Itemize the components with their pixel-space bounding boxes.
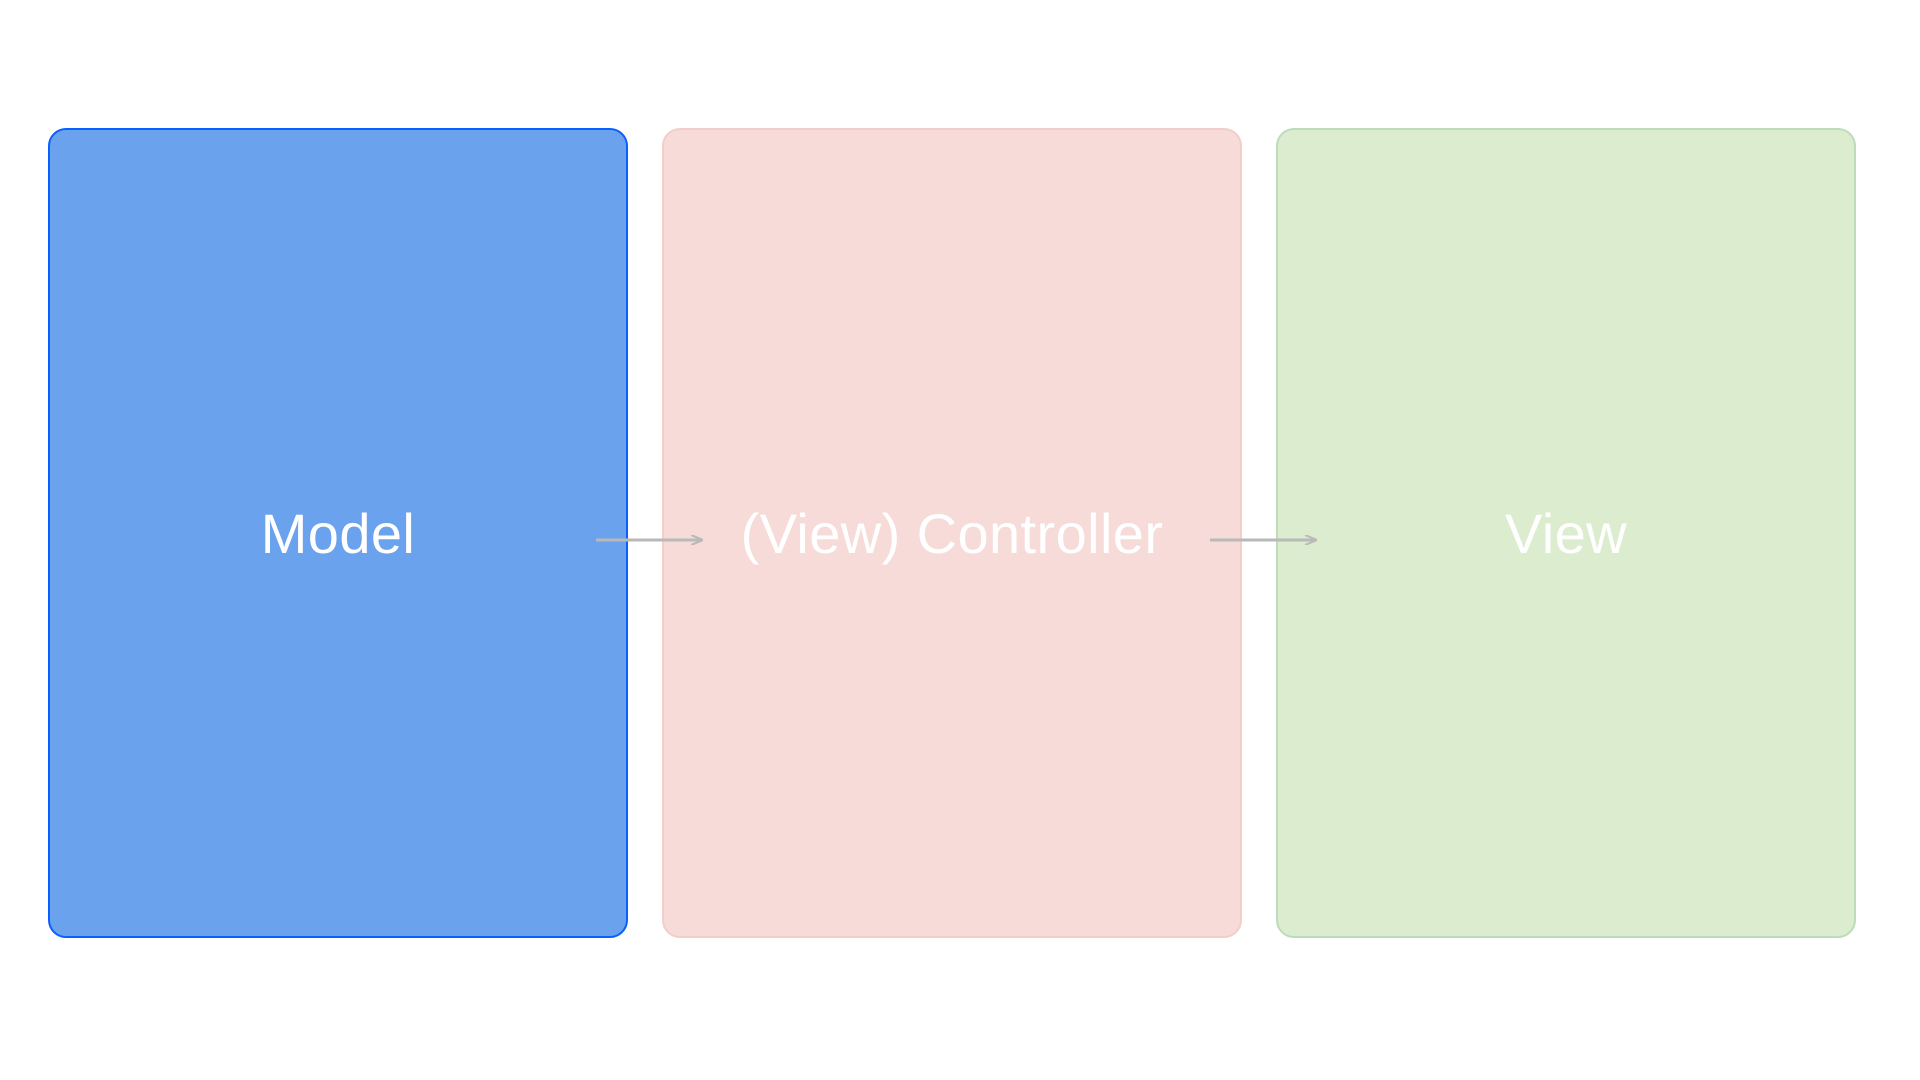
view-box: View bbox=[1276, 128, 1856, 938]
controller-box: (View) Controller bbox=[662, 128, 1242, 938]
view-label: View bbox=[1505, 501, 1627, 566]
controller-label: (View) Controller bbox=[741, 501, 1164, 566]
model-box: Model bbox=[48, 128, 628, 938]
diagram-canvas: Model (View) Controller View bbox=[0, 0, 1920, 1080]
model-label: Model bbox=[261, 501, 416, 566]
